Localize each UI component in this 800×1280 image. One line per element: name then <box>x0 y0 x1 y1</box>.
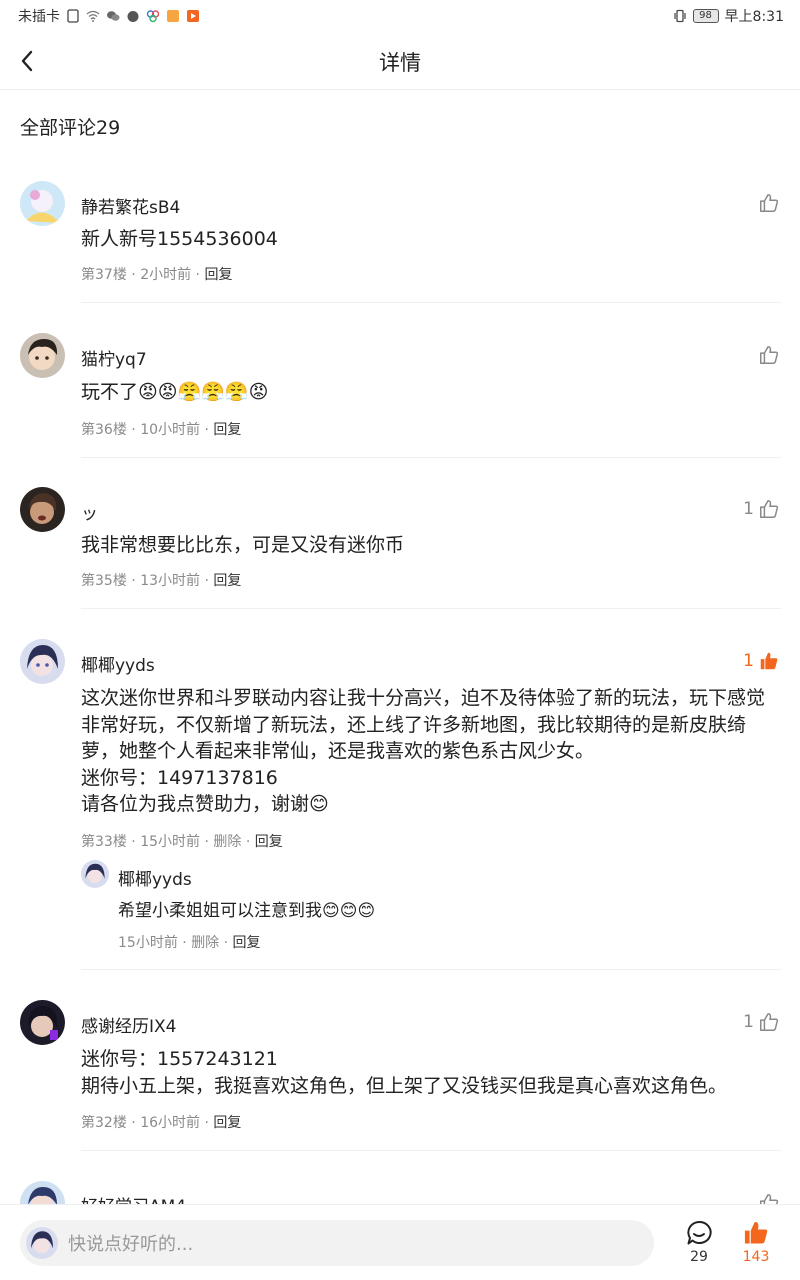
app-notification-icon <box>146 10 160 23</box>
comments-button[interactable]: 29 <box>675 1219 723 1265</box>
comment-time: 15小时前 <box>140 834 201 850</box>
comment-author[interactable]: 椰椰yyds <box>81 651 155 676</box>
delete-button[interactable]: 删除 <box>213 834 241 850</box>
thumb-up-icon <box>760 500 779 518</box>
like-count: 143 <box>742 1249 770 1265</box>
sim-status: 未插卡 <box>18 9 60 25</box>
reply-button[interactable]: 回复 <box>255 834 283 850</box>
like-button[interactable]: 1 <box>743 1011 780 1033</box>
wifi-icon <box>86 10 100 22</box>
divider <box>81 302 781 303</box>
comment-author[interactable]: 猫柠yq7 <box>81 345 147 370</box>
like-button[interactable] <box>754 192 780 214</box>
thumb-up-filled-icon <box>760 652 778 670</box>
avatar[interactable] <box>20 1000 65 1045</box>
reply-author[interactable]: 椰椰yyds <box>118 865 192 890</box>
thumb-up-icon <box>760 194 779 212</box>
avatar[interactable] <box>20 639 65 684</box>
comment-meta: 第33楼 · 15小时前 · 删除 · 回复 <box>81 834 283 850</box>
floor-number: 第33楼 <box>81 834 127 850</box>
battery-icon: 98 <box>692 9 719 23</box>
comment-time: 2小时前 <box>140 267 192 283</box>
like-button[interactable]: 1 <box>743 498 780 520</box>
avatar <box>26 1227 58 1259</box>
like-count: 1 <box>743 651 754 671</box>
comment-meta: 第32楼 · 16小时前 · 回复 <box>81 1115 242 1131</box>
like-button[interactable]: 1 <box>743 650 780 672</box>
alarm-icon <box>127 11 139 22</box>
comment-author[interactable]: 静若繁花sB4 <box>81 193 180 218</box>
comment-meta: 第35楼 · 13小时前 · 回复 <box>81 573 242 589</box>
avatar[interactable] <box>20 181 65 226</box>
avatar[interactable] <box>81 860 109 888</box>
comment-time: 13小时前 <box>140 573 201 589</box>
comment-author[interactable]: ッ <box>81 499 98 524</box>
reply-button[interactable]: 回复 <box>213 422 241 438</box>
comment-meta: 第37楼 · 2小时前 · 回复 <box>81 267 233 283</box>
chat-app-icon <box>107 11 120 21</box>
comment-text: 我非常想要比比东，可是又没有迷你币 <box>81 534 405 556</box>
comment-input[interactable]: 快说点好听的... <box>20 1220 654 1266</box>
reply-button[interactable]: 回复 <box>213 1115 241 1131</box>
avatar[interactable] <box>20 487 65 532</box>
reply-time: 15小时前 <box>118 935 178 951</box>
divider <box>81 969 781 970</box>
divider <box>81 457 781 458</box>
avatar[interactable] <box>20 333 65 378</box>
app-notification-icon <box>167 10 179 22</box>
reply-button[interactable]: 回复 <box>213 573 241 589</box>
floor-number: 第32楼 <box>81 1115 127 1131</box>
thumb-up-icon <box>760 1013 779 1031</box>
reply-text: 希望小柔姐姐可以注意到我😊😊😊 <box>118 901 376 921</box>
clock: 早上8:31 <box>724 9 784 25</box>
delete-button[interactable]: 删除 <box>191 935 219 951</box>
status-bar: 未插卡 98 早上8:31 <box>0 0 800 32</box>
reply-meta: 15小时前 · 删除 · 回复 <box>118 935 261 951</box>
reply-button[interactable]: 回复 <box>233 935 261 951</box>
video-app-icon <box>187 10 199 22</box>
vibrate-icon <box>673 9 686 23</box>
comment-time: 10小时前 <box>140 422 201 438</box>
floor-number: 第37楼 <box>81 267 127 283</box>
divider <box>81 1150 781 1151</box>
floor-number: 第35楼 <box>81 573 127 589</box>
comment-author[interactable]: 感谢经历IX4 <box>81 1012 176 1037</box>
comment-input-placeholder: 快说点好听的... <box>68 1234 194 1255</box>
comment-text: 这次迷你世界和斗罗联动内容让我十分高兴，迫不及待体验了新的玩法，玩下感觉非常好玩… <box>81 687 766 815</box>
like-post-button[interactable]: 143 <box>732 1219 780 1265</box>
comment-text: 新人新号1554536004 <box>81 228 278 250</box>
bottom-comment-bar: 快说点好听的... 29 143 <box>0 1204 800 1280</box>
divider <box>81 608 781 609</box>
comment-bubble-icon <box>687 1220 712 1245</box>
thumb-up-icon <box>760 346 779 364</box>
comment-text: 玩不了😡😡😤😤😤😡 <box>81 381 269 403</box>
like-count: 1 <box>743 1012 754 1032</box>
floor-number: 第36楼 <box>81 422 127 438</box>
sim-icon <box>67 9 79 23</box>
comment-text: 迷你号：1557243121 期待小五上架，我挺喜欢这角色，但上架了又没钱买但我… <box>81 1048 728 1097</box>
comment-meta: 第36楼 · 10小时前 · 回复 <box>81 422 242 438</box>
page-title: 详情 <box>379 51 421 75</box>
top-navigation-bar: 详情 <box>0 32 800 90</box>
reply-button[interactable]: 回复 <box>204 267 232 283</box>
thumb-up-filled-icon <box>744 1221 768 1244</box>
comment-time: 16小时前 <box>140 1115 201 1131</box>
comment-count: 29 <box>690 1249 708 1265</box>
like-button[interactable] <box>754 344 780 366</box>
like-count: 1 <box>743 499 754 519</box>
comments-heading: 全部评论29 <box>20 117 121 139</box>
